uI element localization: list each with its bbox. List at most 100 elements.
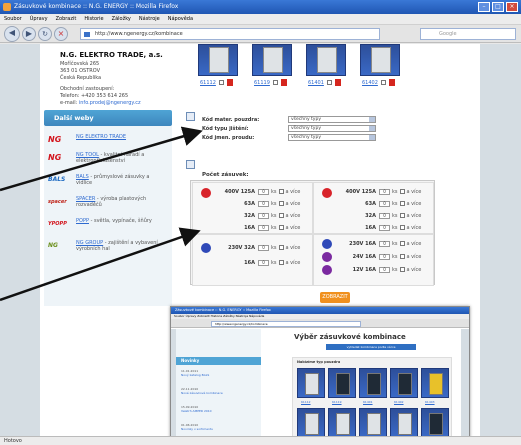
inset-left-column: Novinky 11.01.2011 Nový katalog BALS 22.1… bbox=[176, 329, 261, 444]
menu-bar: Soubor Úpravy Zobrazit Historie Záložky … bbox=[0, 14, 521, 25]
or-more-checkbox[interactable] bbox=[278, 213, 284, 218]
product-checkbox[interactable] bbox=[272, 80, 278, 85]
product-code[interactable]: 61401 bbox=[308, 80, 324, 86]
socket-row: 400V 125A 0 ks a více bbox=[224, 188, 301, 195]
pdf-icon[interactable] bbox=[334, 79, 341, 86]
quantity-input[interactable]: 0 bbox=[258, 188, 269, 195]
filter-label: Kód mater. pouzdra: bbox=[202, 117, 260, 123]
menu-help[interactable]: Nápověda bbox=[168, 14, 193, 24]
socket-group: 230V 16A 0 ks a více 24V 16A 0 ks a více 12V 1… bbox=[313, 234, 434, 286]
maximize-button[interactable]: □ bbox=[492, 2, 504, 12]
inset-browser-window: Zásuvkové kombinace :: N.G. ENERGY :: Mo… bbox=[170, 306, 470, 445]
product-label: 61119 bbox=[254, 79, 287, 86]
protection-select[interactable]: všechny typy bbox=[288, 125, 376, 132]
minimize-button[interactable]: – bbox=[478, 2, 490, 12]
or-more-checkbox[interactable] bbox=[278, 245, 284, 250]
socket-row: 63A 0 ks a více bbox=[365, 200, 422, 207]
close-button[interactable]: × bbox=[506, 2, 518, 12]
socket-row: 32A 0 ks a více bbox=[365, 212, 422, 219]
inset-product bbox=[421, 408, 449, 438]
site-link-name[interactable]: POPP bbox=[76, 218, 89, 224]
inset-product bbox=[297, 408, 325, 438]
red-socket-icon bbox=[201, 188, 211, 198]
address-bar[interactable]: http://www.ngenergy.cz/kombinace bbox=[80, 28, 380, 40]
inset-products-label: Nabízíme typ pouzdra bbox=[297, 360, 341, 364]
violet-socket-icon bbox=[322, 252, 332, 262]
ng-logo: NG bbox=[48, 135, 62, 144]
product-thumbnail[interactable] bbox=[252, 44, 292, 76]
quantity-input[interactable]: 0 bbox=[379, 200, 390, 207]
or-more-checkbox[interactable] bbox=[399, 267, 405, 272]
menu-edit[interactable]: Úpravy bbox=[30, 14, 48, 24]
product-thumbnail[interactable] bbox=[360, 44, 400, 76]
forward-icon[interactable]: ▶ bbox=[22, 27, 36, 41]
or-more-checkbox[interactable] bbox=[278, 201, 284, 206]
product-code[interactable]: 61402 bbox=[362, 80, 378, 86]
back-icon[interactable]: ◀ bbox=[4, 26, 20, 42]
menu-bookmarks[interactable]: Záložky bbox=[112, 14, 131, 24]
material-select[interactable]: všechny typy bbox=[288, 116, 376, 123]
product-thumbnail[interactable] bbox=[306, 44, 346, 76]
quantity-input[interactable]: 0 bbox=[258, 244, 269, 251]
socket-row: 400V 125A 0 ks a více bbox=[345, 188, 422, 195]
product-label: 61112 bbox=[200, 79, 233, 86]
product-code[interactable]: 61112 bbox=[200, 80, 216, 86]
menu-view[interactable]: Zobrazit bbox=[56, 14, 77, 24]
pdf-icon[interactable] bbox=[280, 79, 287, 86]
popp-logo: YPOPP bbox=[48, 221, 67, 227]
quantity-input[interactable]: 0 bbox=[379, 253, 390, 260]
menu-file[interactable]: Soubor bbox=[4, 14, 22, 24]
quantity-input[interactable]: 0 bbox=[379, 224, 390, 231]
site-link-name[interactable]: NG ELEKTRO TRADE bbox=[76, 134, 126, 140]
or-more-checkbox[interactable] bbox=[278, 260, 284, 265]
inset-news-item: 22.11.2010 Nové zásuvkové kombinace bbox=[181, 387, 223, 395]
quantity-input[interactable]: 0 bbox=[258, 224, 269, 231]
menu-history[interactable]: Historie bbox=[84, 14, 103, 24]
quantity-input[interactable]: 0 bbox=[379, 212, 390, 219]
inset-news-item: 11.01.2011 Nový katalog BALS bbox=[181, 369, 210, 377]
email-link[interactable]: info.prodej@ngenergy.cz bbox=[79, 100, 141, 106]
browser-window: Zásuvkové kombinace :: N.G. ENERGY :: Mo… bbox=[0, 0, 521, 445]
section-toggle-icon[interactable] bbox=[186, 112, 195, 121]
or-more-checkbox[interactable] bbox=[399, 189, 405, 194]
search-input[interactable]: Google bbox=[420, 28, 516, 40]
quantity-input[interactable]: 0 bbox=[258, 259, 269, 266]
quantity-input[interactable]: 0 bbox=[379, 188, 390, 195]
section-toggle-icon[interactable] bbox=[186, 160, 195, 169]
pdf-icon[interactable] bbox=[388, 79, 395, 86]
quantity-input[interactable]: 0 bbox=[379, 240, 390, 247]
site-link-desc: - světla, vypínače, šňůry bbox=[90, 218, 152, 224]
stop-icon[interactable]: × bbox=[54, 27, 68, 41]
current-select[interactable]: všechny typy bbox=[288, 134, 376, 141]
or-more-checkbox[interactable] bbox=[399, 254, 405, 259]
socket-count-title: Počet zásuvek: bbox=[202, 172, 249, 178]
product-checkbox[interactable] bbox=[380, 80, 386, 85]
inset-news-item: 15.09.2010 Veletrh AMPER 2010 bbox=[181, 405, 212, 413]
inset-address-bar: http://www.ngenergy.cz/kombinace bbox=[211, 321, 361, 327]
menu-tools[interactable]: Nástroje bbox=[139, 14, 160, 24]
product-thumbnail[interactable] bbox=[198, 44, 238, 76]
or-more-checkbox[interactable] bbox=[278, 189, 284, 194]
left-column: N.G. ELEKTRO TRADE, a.s. Moříčovská 265 … bbox=[40, 44, 175, 436]
socket-row: 16A 0 ks a více bbox=[365, 224, 422, 231]
or-more-checkbox[interactable] bbox=[399, 225, 405, 230]
inset-product-code: 61403 bbox=[425, 400, 435, 404]
pdf-icon[interactable] bbox=[226, 79, 233, 86]
or-more-checkbox[interactable] bbox=[399, 213, 405, 218]
inset-product-code: 61119 bbox=[332, 400, 342, 404]
or-more-checkbox[interactable] bbox=[399, 201, 405, 206]
show-button[interactable]: ZOBRAZIT bbox=[320, 292, 350, 303]
or-more-checkbox[interactable] bbox=[278, 225, 284, 230]
or-more-checkbox[interactable] bbox=[399, 241, 405, 246]
reload-icon[interactable]: ↻ bbox=[38, 27, 52, 41]
company-street: Moříčovská 265 bbox=[60, 61, 100, 67]
product-row: 61112 61119 61401 61402 bbox=[190, 44, 430, 98]
quantity-input[interactable]: 0 bbox=[258, 200, 269, 207]
email-label: e-mail: bbox=[60, 100, 78, 106]
quantity-input[interactable]: 0 bbox=[258, 212, 269, 219]
product-checkbox[interactable] bbox=[326, 80, 332, 85]
quantity-input[interactable]: 0 bbox=[379, 266, 390, 273]
product-code[interactable]: 61119 bbox=[254, 80, 270, 86]
product-checkbox[interactable] bbox=[218, 80, 224, 85]
inset-product-grid: Nabízíme typ pouzdra 61112 61119 61401 6… bbox=[292, 357, 452, 444]
